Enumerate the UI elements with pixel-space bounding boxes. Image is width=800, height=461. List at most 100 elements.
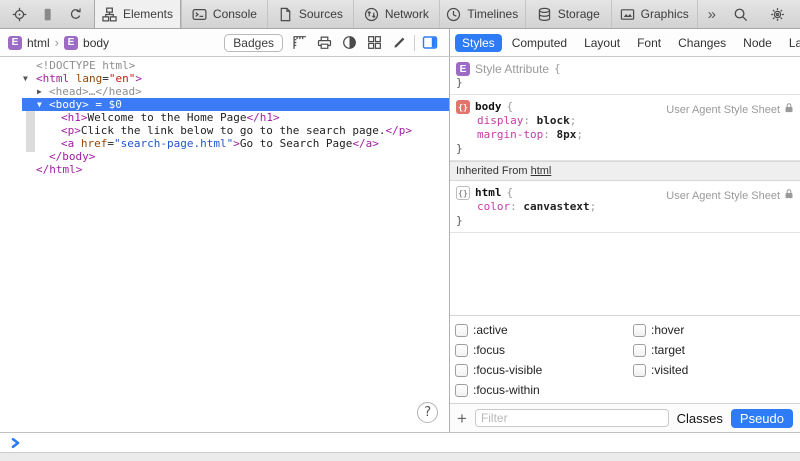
more-tabs-button[interactable]: » <box>708 7 716 22</box>
tab-timelines[interactable]: Timelines <box>439 0 525 28</box>
pseudo-label: :focus-visible <box>473 363 542 377</box>
dom-node-doctype[interactable]: <!DOCTYPE html> <box>0 59 449 72</box>
styles-spacer <box>450 233 800 315</box>
checkbox-unchecked[interactable] <box>455 344 468 357</box>
code-token: <body> = $0 <box>49 98 122 111</box>
rule-header[interactable]: EStyle Attribute { <box>456 62 794 76</box>
code-token: <html <box>36 72 69 85</box>
tab-console[interactable]: Console <box>181 0 267 28</box>
dom-node-head-collapsed[interactable]: ▶<head>…</head> <box>0 85 449 98</box>
checkbox-unchecked[interactable] <box>633 364 646 377</box>
styles-footer-bar: + Classes Pseudo <box>450 403 800 432</box>
help-button[interactable]: ? <box>417 402 438 423</box>
dom-node-body-selected[interactable]: ▼ <body> = $0 <box>22 98 449 111</box>
checkbox-unchecked[interactable] <box>633 344 646 357</box>
pseudo-toggle-target[interactable]: :target <box>633 343 688 357</box>
main-tab-bar: Elements ConsoleSourcesNetwork Timelines St… <box>0 0 800 29</box>
dom-node-p-node[interactable]: <p>Click the link below to go to the sea… <box>0 124 449 137</box>
stylesheet-badge: {} <box>456 100 470 114</box>
ruler-icon[interactable] <box>288 33 311 53</box>
code-token <box>74 137 81 150</box>
pseudo-label: :active <box>473 323 508 337</box>
pseudo-toggle-focus-within[interactable]: :focus-within <box>455 383 633 397</box>
sidebar-tab-node[interactable]: Node <box>736 34 779 52</box>
disclosure-open-icon[interactable]: ▼ <box>37 100 42 110</box>
checkbox-unchecked[interactable] <box>633 324 646 337</box>
tab-bar-right-tools: » <box>697 0 800 28</box>
sidebar-tab-font[interactable]: Font <box>630 34 668 52</box>
styles-sidebar-panel: EStyle Attribute {}{}body {User Agent St… <box>450 57 800 432</box>
code-token: <!DOCTYPE html> <box>36 59 135 72</box>
sidebar-tab-layers[interactable]: Layers <box>782 34 800 52</box>
pseudo-label: :focus <box>473 343 505 357</box>
navigation-bar: Ehtml›Ebody Badges StylesComputedLayoutF… <box>0 29 800 57</box>
add-rule-button[interactable]: + <box>457 410 467 427</box>
sidebar-tab-layout[interactable]: Layout <box>577 34 627 52</box>
element-badge: E <box>456 62 470 76</box>
code-token: </h1> <box>246 111 279 124</box>
sidebar-tab-changes[interactable]: Changes <box>671 34 733 52</box>
dom-node-html-open[interactable]: ▼<html lang="en"> <box>0 72 449 85</box>
style-filter-input[interactable] <box>475 409 669 427</box>
classes-button[interactable]: Classes <box>677 411 723 426</box>
inspect-target-icon[interactable] <box>6 2 32 26</box>
element-badge: E <box>64 36 78 50</box>
search-icon[interactable] <box>727 2 753 26</box>
checkbox-unchecked[interactable] <box>455 324 468 337</box>
dom-node-html-close[interactable]: </html> <box>0 163 449 176</box>
checkbox-unchecked[interactable] <box>455 364 468 377</box>
contrast-icon[interactable] <box>338 33 361 53</box>
sources-icon <box>278 7 293 22</box>
breadcrumb-item-html[interactable]: Ehtml <box>8 36 50 50</box>
tab-storage[interactable]: Storage <box>525 0 611 28</box>
print-icon[interactable] <box>313 33 336 53</box>
badges-button[interactable]: Badges <box>224 34 283 52</box>
rule-selector: Style Attribute <box>475 62 549 76</box>
pseudo-toggle-active[interactable]: :active <box>455 323 633 337</box>
close-brace: } <box>456 214 794 228</box>
sidebar-tab-computed[interactable]: Computed <box>505 34 574 52</box>
rule-origin-note: User Agent Style Sheet <box>666 102 794 117</box>
pseudo-toggle-visited[interactable]: :visited <box>633 363 688 377</box>
breadcrumb-label: html <box>27 36 50 50</box>
storage-icon <box>537 7 552 22</box>
css-property-margin-top[interactable]: margin-top: 8px; <box>456 128 794 142</box>
code-token: </a> <box>352 137 379 150</box>
code-token: = <box>107 137 114 150</box>
inherited-from-link[interactable]: html <box>531 165 552 177</box>
pseudo-toggle-focus-visible[interactable]: :focus-visible <box>455 363 633 377</box>
grid-overlay-icon[interactable] <box>363 33 386 53</box>
pseudo-class-toggles: :active :focus :focus-visible :focus-within… <box>450 315 800 403</box>
console-prompt-icon <box>11 437 21 449</box>
tab-label: Timelines <box>467 7 518 21</box>
breadcrumb-item-body[interactable]: Ebody <box>64 36 109 50</box>
tab-network[interactable]: Network <box>353 0 439 28</box>
dom-node-body-close[interactable]: </body> <box>0 150 449 163</box>
disclosure-closed-icon[interactable]: ▶ <box>37 87 42 97</box>
pseudo-toggle-hover[interactable]: :hover <box>633 323 688 337</box>
gear-icon[interactable] <box>764 2 790 26</box>
sidebar-tab-styles[interactable]: Styles <box>455 34 502 52</box>
pseudo-label: :hover <box>651 323 684 337</box>
tab-sources[interactable]: Sources <box>267 0 353 28</box>
reload-icon[interactable] <box>62 2 88 26</box>
close-brace: } <box>456 76 794 90</box>
pseudo-button[interactable]: Pseudo <box>731 409 793 428</box>
checkbox-unchecked[interactable] <box>455 384 468 397</box>
lock-icon <box>784 188 794 203</box>
paint-brush-icon[interactable] <box>388 33 411 53</box>
tab-label: Elements <box>123 7 173 21</box>
device-icon[interactable] <box>34 2 60 26</box>
dom-node-a-node[interactable]: <a href="search-page.html">Go to Search … <box>0 137 449 150</box>
code-token: Go to Search Page <box>240 137 353 150</box>
tab-elements[interactable]: Elements <box>94 0 181 28</box>
tab-graphics[interactable]: Graphics <box>611 0 697 28</box>
graphics-icon <box>620 7 635 22</box>
dom-node-h1-node[interactable]: <h1>Welcome to the Home Page</h1> <box>0 111 449 124</box>
sidebar-toggle-icon[interactable] <box>418 33 441 53</box>
pseudo-toggle-focus[interactable]: :focus <box>455 343 633 357</box>
quick-console[interactable] <box>0 432 800 452</box>
origin-text: User Agent Style Sheet <box>666 103 780 117</box>
disclosure-open-icon[interactable]: ▼ <box>23 74 28 84</box>
code-token: </body> <box>49 150 95 163</box>
